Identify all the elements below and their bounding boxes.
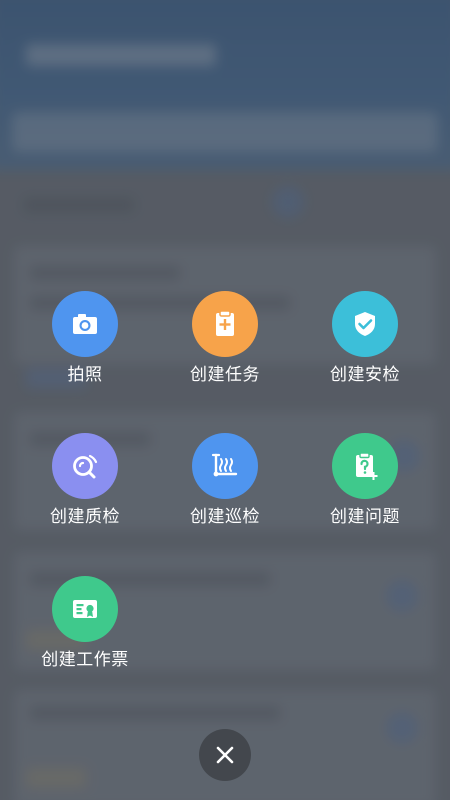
create-safety-check-button[interactable]: 创建安检 (305, 291, 425, 386)
create-issue-label: 创建问题 (330, 507, 400, 527)
create-task-button[interactable]: 创建任务 (165, 291, 285, 386)
clipboard-plus-icon (192, 291, 258, 357)
ticket-certificate-icon (52, 576, 118, 642)
create-patrol-check-label: 创建巡检 (190, 507, 260, 527)
create-task-label: 创建任务 (190, 365, 260, 385)
create-quality-check-button[interactable]: 创建质检 (25, 433, 145, 528)
dim-overlay (0, 0, 450, 800)
screen: 拍照 创建任务 创建安检 创建质检 创建巡检 创建问题 创建工作票 (0, 0, 450, 800)
photo-button[interactable]: 拍照 (25, 291, 145, 386)
camera-icon (52, 291, 118, 357)
create-safety-check-label: 创建安检 (330, 365, 400, 385)
create-issue-button[interactable]: 创建问题 (305, 433, 425, 528)
question-document-icon (332, 433, 398, 499)
close-button[interactable] (199, 729, 251, 781)
create-quality-check-label: 创建质检 (50, 507, 120, 527)
create-work-ticket-button[interactable]: 创建工作票 (25, 576, 145, 671)
create-work-ticket-label: 创建工作票 (41, 650, 129, 670)
create-patrol-check-button[interactable]: 创建巡检 (165, 433, 285, 528)
shield-check-icon (332, 291, 398, 357)
close-icon (216, 746, 234, 764)
photo-label: 拍照 (67, 365, 103, 385)
magnifier-scan-icon (52, 433, 118, 499)
patrol-route-icon (192, 433, 258, 499)
